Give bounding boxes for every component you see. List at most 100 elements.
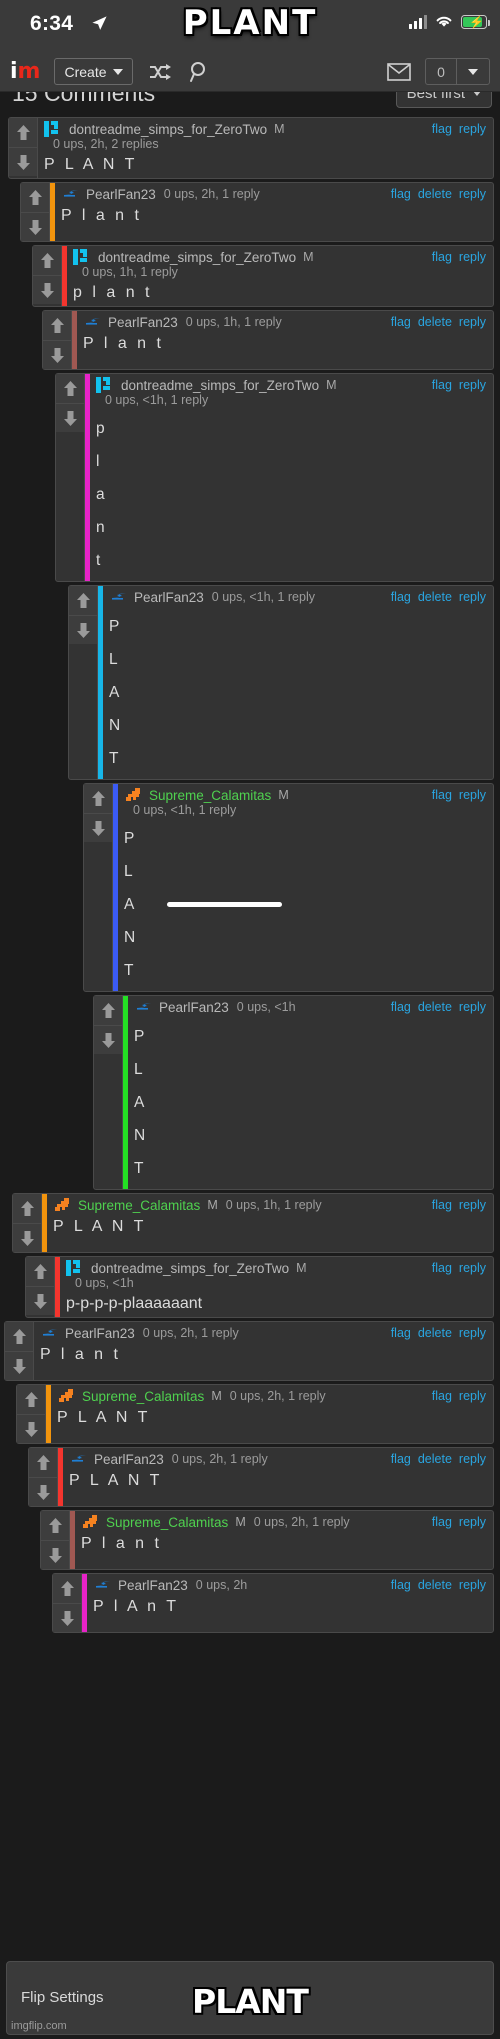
comment-username[interactable]: PearlFan23 [65, 1326, 135, 1341]
upvote-button[interactable] [9, 118, 37, 147]
delete-link[interactable]: delete [418, 315, 452, 329]
downvote-button[interactable] [29, 1477, 57, 1506]
comment-item[interactable]: Supreme_Calamitas Mflag reply 0 ups, <1h, 1… [83, 783, 494, 992]
flag-link[interactable]: flag [391, 315, 411, 329]
flag-link[interactable]: flag [432, 1389, 452, 1403]
reply-link[interactable]: reply [459, 1389, 486, 1403]
flag-link[interactable]: flag [391, 187, 411, 201]
comment-username[interactable]: dontreadme_simps_for_ZeroTwo [69, 122, 267, 137]
downvote-button[interactable] [53, 1603, 81, 1632]
flag-link[interactable]: flag [391, 1452, 411, 1466]
delete-link[interactable]: delete [418, 1578, 452, 1592]
comment-username[interactable]: Supreme_Calamitas [82, 1389, 204, 1404]
comment-username[interactable]: Supreme_Calamitas [106, 1515, 228, 1530]
comment-item[interactable]: dontreadme_simps_for_ZeroTwo Mflag reply 0 … [8, 117, 494, 179]
upvote-button[interactable] [17, 1385, 45, 1414]
downvote-button[interactable] [41, 1540, 69, 1569]
upvote-button[interactable] [21, 183, 49, 212]
reply-link[interactable]: reply [459, 590, 486, 604]
comment-username[interactable]: Supreme_Calamitas [78, 1198, 200, 1213]
upvote-button[interactable] [94, 996, 122, 1025]
sort-dropdown[interactable]: Best first [395, 92, 492, 108]
reply-link[interactable]: reply [459, 378, 486, 392]
comment-username[interactable]: dontreadme_simps_for_ZeroTwo [91, 1261, 289, 1276]
upvote-button[interactable] [26, 1257, 54, 1286]
upvote-button[interactable] [41, 1511, 69, 1540]
create-button[interactable]: Create [54, 58, 133, 85]
upvote-button[interactable] [29, 1448, 57, 1477]
upvote-button[interactable] [56, 374, 84, 403]
shuffle-icon[interactable] [149, 63, 173, 81]
upvote-button[interactable] [69, 586, 97, 615]
reply-link[interactable]: reply [459, 788, 486, 802]
comment-username[interactable]: PearlFan23 [86, 187, 156, 202]
reply-link[interactable]: reply [459, 1452, 486, 1466]
delete-link[interactable]: delete [418, 1452, 452, 1466]
delete-link[interactable]: delete [418, 1000, 452, 1014]
flag-link[interactable]: flag [432, 378, 452, 392]
upvote-button[interactable] [13, 1194, 41, 1223]
downvote-button[interactable] [13, 1223, 41, 1252]
comment-item[interactable]: PearlFan23 0 ups, 2h flag delete reply P l A … [52, 1573, 494, 1633]
delete-link[interactable]: delete [418, 187, 452, 201]
account-dropdown-button[interactable] [457, 68, 489, 75]
reply-link[interactable]: reply [459, 187, 486, 201]
comment-username[interactable]: dontreadme_simps_for_ZeroTwo [121, 378, 319, 393]
envelope-icon[interactable] [387, 62, 411, 81]
reply-link[interactable]: reply [459, 1326, 486, 1340]
flag-link[interactable]: flag [391, 1578, 411, 1592]
delete-link[interactable]: delete [418, 590, 452, 604]
comment-username[interactable]: PearlFan23 [118, 1578, 188, 1593]
comment-username[interactable]: dontreadme_simps_for_ZeroTwo [98, 250, 296, 265]
comment-username[interactable]: PearlFan23 [134, 590, 204, 605]
reply-link[interactable]: reply [459, 250, 486, 264]
comment-item[interactable]: Supreme_Calamitas M 0 ups, 1h, 1 reply flag… [12, 1193, 494, 1253]
upvote-button[interactable] [53, 1574, 81, 1603]
comment-item[interactable]: PearlFan23 0 ups, 2h, 1 reply flag delete re… [28, 1447, 494, 1507]
reply-link[interactable]: reply [459, 1578, 486, 1592]
upvote-button[interactable] [43, 311, 71, 340]
comment-item[interactable]: PearlFan23 0 ups, 2h, 1 reply flag delete re… [4, 1321, 494, 1381]
notification-counter[interactable]: 0 [425, 58, 490, 85]
downvote-button[interactable] [17, 1414, 45, 1443]
comment-item[interactable]: dontreadme_simps_for_ZeroTwo Mflag reply 0 … [25, 1256, 494, 1318]
comment-item[interactable]: PearlFan23 0 ups, 2h, 1 reply flag delete re… [20, 182, 494, 242]
reply-link[interactable]: reply [459, 122, 486, 136]
comment-username[interactable]: PearlFan23 [159, 1000, 229, 1015]
downvote-button[interactable] [84, 813, 112, 842]
reply-link[interactable]: reply [459, 1000, 486, 1014]
comment-item[interactable]: PearlFan23 0 ups, <1h flag delete reply P L A… [93, 995, 494, 1190]
reply-link[interactable]: reply [459, 1198, 486, 1212]
downvote-button[interactable] [43, 340, 71, 369]
reply-link[interactable]: reply [459, 315, 486, 329]
flag-link[interactable]: flag [432, 1198, 452, 1212]
flag-link[interactable]: flag [432, 788, 452, 802]
downvote-button[interactable] [69, 615, 97, 644]
flag-link[interactable]: flag [391, 1326, 411, 1340]
downvote-button[interactable] [56, 403, 84, 432]
flag-link[interactable]: flag [432, 250, 452, 264]
downvote-button[interactable] [5, 1351, 33, 1380]
imgflip-logo[interactable]: im [10, 60, 40, 83]
flag-link[interactable]: flag [432, 1261, 452, 1275]
upvote-button[interactable] [33, 246, 61, 275]
comment-item[interactable]: PearlFan23 0 ups, <1h, 1 reply flag delete r… [68, 585, 494, 780]
flag-link[interactable]: flag [432, 1515, 452, 1529]
upvote-button[interactable] [5, 1322, 33, 1351]
downvote-button[interactable] [33, 275, 61, 304]
delete-link[interactable]: delete [418, 1326, 452, 1340]
downvote-button[interactable] [94, 1025, 122, 1054]
flag-link[interactable]: flag [432, 122, 452, 136]
comment-username[interactable]: Supreme_Calamitas [149, 788, 271, 803]
comment-username[interactable]: PearlFan23 [108, 315, 178, 330]
comment-username[interactable]: PearlFan23 [94, 1452, 164, 1467]
flag-link[interactable]: flag [391, 590, 411, 604]
comment-item[interactable]: PearlFan23 0 ups, 1h, 1 reply flag delete re… [42, 310, 494, 370]
reply-link[interactable]: reply [459, 1515, 486, 1529]
search-icon[interactable] [189, 61, 211, 83]
comment-item[interactable]: Supreme_Calamitas M 0 ups, 2h, 1 reply flag… [40, 1510, 494, 1570]
comment-item[interactable]: dontreadme_simps_for_ZeroTwo Mflag reply 0 … [32, 245, 494, 307]
downvote-button[interactable] [21, 212, 49, 241]
upvote-button[interactable] [84, 784, 112, 813]
downvote-button[interactable] [26, 1286, 54, 1315]
